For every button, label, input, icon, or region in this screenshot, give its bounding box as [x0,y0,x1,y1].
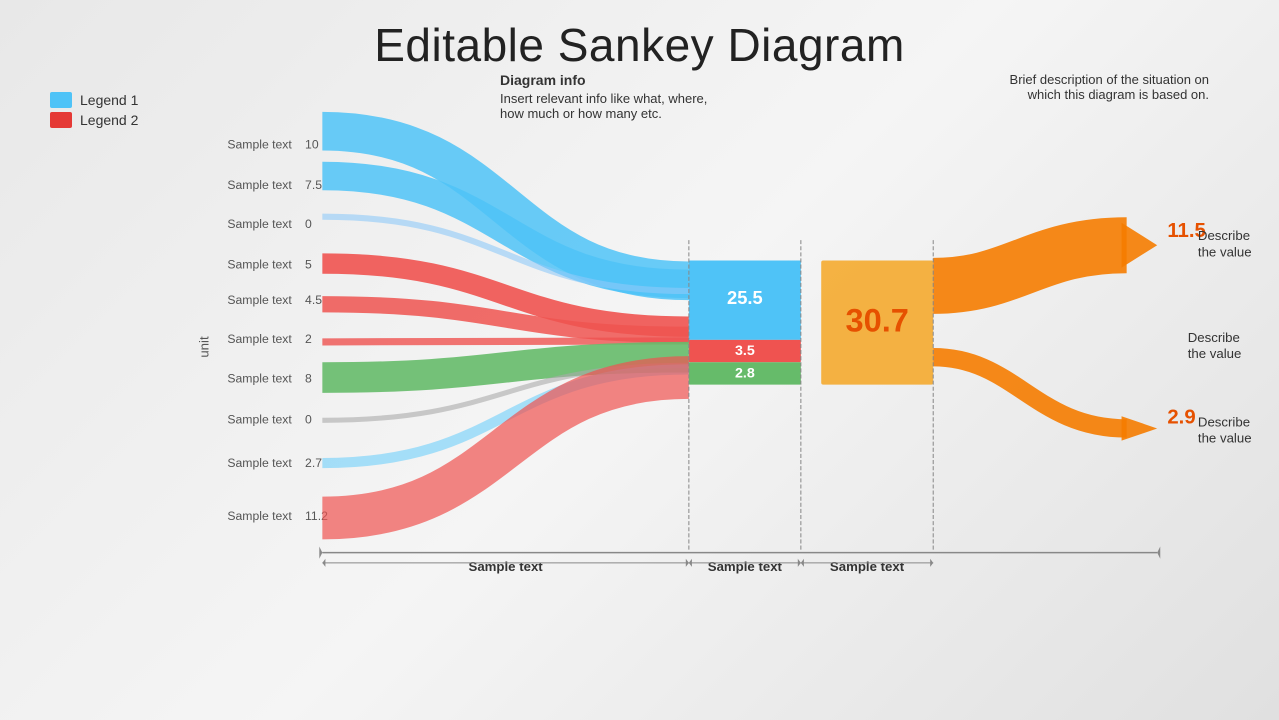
svg-text:2: 2 [305,332,312,346]
svg-text:2.9: 2.9 [1167,406,1195,428]
svg-text:Describe: Describe [1198,414,1250,429]
svg-text:25.5: 25.5 [727,287,763,308]
page-title: Editable Sankey Diagram [0,0,1279,72]
svg-text:Sample text: Sample text [469,559,544,574]
legend-label-2: Legend 2 [80,112,138,128]
legend-color-2 [50,112,72,128]
legend-item-1: Legend 1 [50,92,180,108]
svg-text:Sample text: Sample text [708,559,783,574]
svg-text:Sample text: Sample text [227,412,292,426]
diagram-info-body: Insert relevant info like what, where,ho… [500,91,750,121]
svg-text:7.5: 7.5 [305,178,322,192]
legend-label-1: Legend 1 [80,92,138,108]
svg-text:0: 0 [305,412,312,426]
svg-text:10: 10 [305,137,319,151]
svg-text:Sample text: Sample text [227,137,292,151]
svg-text:Sample text: Sample text [227,509,292,523]
diagram-info-title: Diagram info [500,72,750,88]
unit-label: unit [196,336,211,358]
svg-text:3.5: 3.5 [735,343,755,359]
svg-text:Describe: Describe [1188,330,1240,345]
legend-color-1 [50,92,72,108]
svg-text:Sample text: Sample text [227,178,292,192]
svg-text:0: 0 [305,217,312,231]
svg-text:Sample text: Sample text [227,258,292,272]
svg-text:the value: the value [1188,346,1242,361]
svg-text:Sample text: Sample text [227,293,292,307]
svg-text:Sample text: Sample text [227,217,292,231]
svg-text:the value: the value [1198,244,1252,259]
svg-text:Describe: Describe [1198,228,1250,243]
svg-text:8: 8 [305,372,312,386]
svg-text:30.7: 30.7 [846,303,909,339]
svg-text:2.8: 2.8 [735,366,755,382]
svg-text:4.5: 4.5 [305,293,322,307]
sankey-diagram: unit Sample text 10 Sample text 7.5 Samp… [190,82,1259,612]
legend-item-2: Legend 2 [50,112,180,128]
svg-text:2.7: 2.7 [305,456,322,470]
svg-text:Sample text: Sample text [830,559,905,574]
svg-text:the value: the value [1198,431,1252,446]
brief-description: Brief description of the situation onwhi… [979,72,1209,102]
svg-text:Sample text: Sample text [227,332,292,346]
svg-text:Sample text: Sample text [227,456,292,470]
svg-text:Sample text: Sample text [227,372,292,386]
svg-text:5: 5 [305,258,312,272]
diagram-info: Diagram info Insert relevant info like w… [500,72,750,121]
